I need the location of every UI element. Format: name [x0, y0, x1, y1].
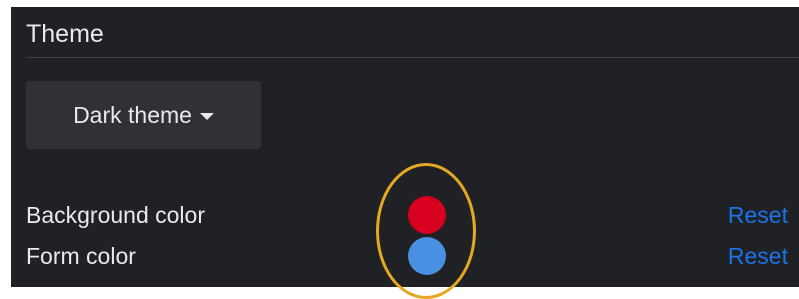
form-color-swatch[interactable] [408, 237, 446, 275]
section-title: Theme [26, 20, 104, 48]
form-color-reset-link[interactable]: Reset [728, 242, 788, 270]
theme-dropdown-label: Dark theme [73, 101, 192, 128]
divider [26, 57, 799, 58]
background-color-swatch[interactable] [408, 196, 446, 234]
caret-down-icon [199, 113, 214, 120]
background-color-reset-link[interactable]: Reset [728, 201, 788, 229]
theme-dropdown[interactable]: Dark theme [26, 81, 261, 149]
form-color-label: Form color [26, 243, 136, 269]
background-color-label: Background color [26, 202, 205, 228]
settings-panel: Theme Dark theme Background color Reset … [11, 7, 799, 299]
